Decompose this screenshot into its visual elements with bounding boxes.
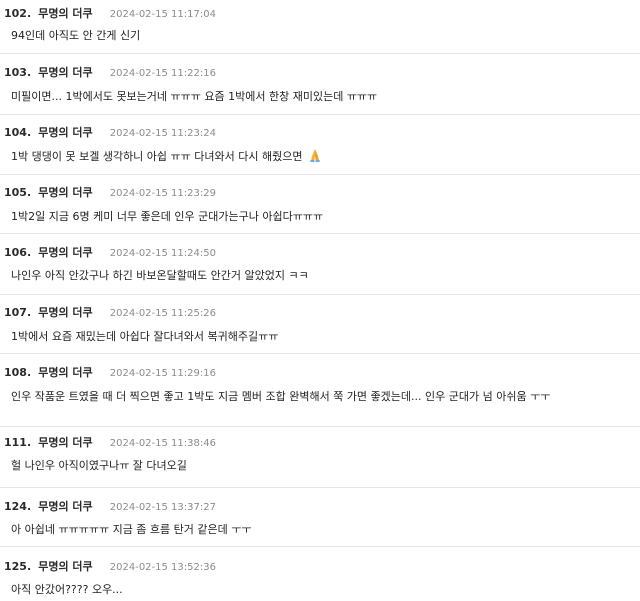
comment-timestamp: 2024-02-15 11:23:29 bbox=[109, 188, 216, 199]
comment-text: 아 아쉽네 ㅠㅠㅠㅠㅠ 지금 좀 흐름 탄거 같은데 ㅜㅜ bbox=[11, 523, 252, 536]
comment-timestamp: 2024-02-15 11:22:16 bbox=[109, 68, 216, 79]
comment-header: 111. 무명의 더쿠 2024-02-15 11:38:46 bbox=[4, 434, 216, 451]
comment-text: 아직 안갔어???? 오우... bbox=[11, 583, 123, 596]
comment-number: 102. bbox=[4, 7, 32, 20]
comment-item: 125. 무명의 더쿠 2024-02-15 13:52:36 아직 안갔어??… bbox=[0, 547, 640, 601]
comment-text: 미필이면... 1박에서도 못보는거네 ㅠㅠㅠ 요즘 1박에서 한창 재미있는데… bbox=[11, 90, 378, 103]
comment-author[interactable]: 무명의 더쿠 bbox=[38, 186, 92, 199]
comment-header: 104. 무명의 더쿠 2024-02-15 11:23:24 bbox=[4, 124, 216, 141]
comment-text: 나인우 아직 안갔구나 하긴 바보온달할때도 안간거 알았었지 ㅋㅋ bbox=[11, 269, 309, 282]
comment-timestamp: 2024-02-15 11:23:24 bbox=[109, 128, 216, 139]
comment-header: 124. 무명의 더쿠 2024-02-15 13:37:27 bbox=[4, 498, 216, 515]
comment-timestamp: 2024-02-15 11:25:26 bbox=[109, 308, 216, 319]
comment-author[interactable]: 무명의 더쿠 bbox=[38, 500, 92, 513]
comment-header: 107. 무명의 더쿠 2024-02-15 11:25:26 bbox=[4, 304, 216, 321]
comment-timestamp: 2024-02-15 11:38:46 bbox=[109, 438, 216, 449]
comment-author[interactable]: 무명의 더쿠 bbox=[38, 366, 92, 379]
comment-item: 104. 무명의 더쿠 2024-02-15 11:23:24 1박 댕댕이 못… bbox=[0, 115, 640, 175]
comment-item: 103. 무명의 더쿠 2024-02-15 11:22:16 미필이면... … bbox=[0, 54, 640, 115]
comment-number: 104. bbox=[4, 126, 32, 139]
comment-text: 인우 작품운 트였을 때 더 찍으면 좋고 1박도 지금 멤버 조합 완벽해서 … bbox=[11, 390, 551, 403]
comment-number: 108. bbox=[4, 366, 32, 379]
comment-text-row: 1박 댕댕이 못 보겔 생각하니 아쉽 ㅠㅠ 다녀와서 다시 해줬으면 bbox=[11, 148, 322, 167]
comment-text: 1박2일 지금 6명 케미 너무 좋은데 인우 군대가는구나 아쉽다ㅠㅠㅠ bbox=[11, 210, 324, 223]
folded-hands-icon bbox=[308, 148, 322, 167]
comment-text: 94인데 아직도 안 간게 신기 bbox=[11, 29, 141, 42]
comment-item: 102. 무명의 더쿠 2024-02-15 11:17:04 94인데 아직도… bbox=[0, 0, 640, 54]
comment-text: 헐 나인우 아직이였구나ㅠ 잘 다녀오길 bbox=[11, 459, 187, 472]
comment-header: 105. 무명의 더쿠 2024-02-15 11:23:29 bbox=[4, 184, 216, 201]
comment-number: 105. bbox=[4, 186, 32, 199]
comment-header: 103. 무명의 더쿠 2024-02-15 11:22:16 bbox=[4, 64, 216, 81]
comment-author[interactable]: 무명의 더쿠 bbox=[38, 7, 92, 20]
comment-header: 125. 무명의 더쿠 2024-02-15 13:52:36 bbox=[4, 558, 216, 575]
comment-header: 108. 무명의 더쿠 2024-02-15 11:29:16 bbox=[4, 364, 216, 381]
comment-author[interactable]: 무명의 더쿠 bbox=[38, 306, 92, 319]
comment-item: 108. 무명의 더쿠 2024-02-15 11:29:16 인우 작품운 트… bbox=[0, 354, 640, 427]
comment-timestamp: 2024-02-15 13:52:36 bbox=[109, 562, 216, 573]
comment-header: 102. 무명의 더쿠 2024-02-15 11:17:04 bbox=[4, 5, 216, 22]
comment-item: 106. 무명의 더쿠 2024-02-15 11:24:50 나인우 아직 안… bbox=[0, 234, 640, 295]
comment-author[interactable]: 무명의 더쿠 bbox=[38, 66, 92, 79]
comment-author[interactable]: 무명의 더쿠 bbox=[38, 246, 92, 259]
comment-timestamp: 2024-02-15 11:24:50 bbox=[109, 248, 216, 259]
comment-number: 103. bbox=[4, 66, 32, 79]
comment-header: 106. 무명의 더쿠 2024-02-15 11:24:50 bbox=[4, 244, 216, 261]
comment-author[interactable]: 무명의 더쿠 bbox=[38, 126, 92, 139]
comment-number: 107. bbox=[4, 306, 32, 319]
comment-item: 105. 무명의 더쿠 2024-02-15 11:23:29 1박2일 지금 … bbox=[0, 175, 640, 234]
comment-timestamp: 2024-02-15 11:17:04 bbox=[109, 9, 216, 20]
comment-item: 111. 무명의 더쿠 2024-02-15 11:38:46 헐 나인우 아직… bbox=[0, 427, 640, 488]
comment-timestamp: 2024-02-15 13:37:27 bbox=[109, 502, 216, 513]
comment-text: 1박 댕댕이 못 보겔 생각하니 아쉽 ㅠㅠ 다녀와서 다시 해줬으면 bbox=[11, 150, 303, 163]
comment-item: 124. 무명의 더쿠 2024-02-15 13:37:27 아 아쉽네 ㅠㅠ… bbox=[0, 488, 640, 547]
comment-timestamp: 2024-02-15 11:29:16 bbox=[109, 368, 216, 379]
comment-number: 111. bbox=[4, 436, 32, 449]
comment-item: 107. 무명의 더쿠 2024-02-15 11:25:26 1박에서 요즘 … bbox=[0, 295, 640, 354]
comment-author[interactable]: 무명의 더쿠 bbox=[38, 436, 92, 449]
comment-number: 124. bbox=[4, 500, 32, 513]
comment-text: 1박에서 요즘 재밌는데 아쉽다 잘다녀와서 복귀해주길ㅠㅠ bbox=[11, 330, 279, 343]
comment-author[interactable]: 무명의 더쿠 bbox=[38, 560, 92, 573]
comment-number: 125. bbox=[4, 560, 32, 573]
comment-number: 106. bbox=[4, 246, 32, 259]
